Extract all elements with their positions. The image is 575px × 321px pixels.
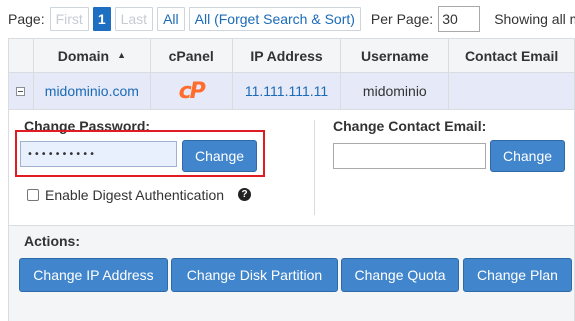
- change-quota-button[interactable]: Change Quota: [341, 258, 459, 292]
- digest-auth-label[interactable]: Enable Digest Authentication: [45, 187, 224, 203]
- actions-section: Actions: Change IP Address Change Disk P…: [9, 226, 574, 321]
- row-domain-link[interactable]: midominio.com: [34, 73, 151, 109]
- header-domain-label: Domain: [57, 47, 110, 64]
- table-header: Domain ▲ cPanel IP Address Username Cont…: [8, 38, 575, 73]
- digest-auth-checkbox[interactable]: [27, 189, 39, 201]
- last-page-button[interactable]: Last: [114, 7, 154, 31]
- row-username: midominio: [341, 73, 450, 109]
- sort-asc-icon: ▲: [117, 49, 126, 60]
- change-disk-partition-button[interactable]: Change Disk Partition: [171, 258, 338, 292]
- per-page-input[interactable]: [438, 6, 481, 32]
- accounts-table: Domain ▲ cPanel IP Address Username Cont…: [8, 38, 575, 110]
- header-ip-address[interactable]: IP Address: [233, 39, 342, 72]
- per-page-label: Per Page:: [370, 11, 434, 27]
- row-ip-address[interactable]: 11.111.111.11: [233, 73, 342, 109]
- contact-email-input[interactable]: [333, 143, 486, 169]
- all-button[interactable]: All: [157, 7, 185, 31]
- all-forget-search-button[interactable]: All (Forget Search & Sort): [188, 7, 361, 31]
- first-page-button[interactable]: First: [49, 7, 89, 31]
- page-label: Page:: [8, 11, 45, 27]
- change-email-button[interactable]: Change: [490, 140, 565, 172]
- pager-bar: Page: First 1 Last All All (Forget Searc…: [0, 0, 575, 38]
- table-row[interactable]: midominio.com cP 11.111.111.11 midominio: [8, 73, 575, 110]
- row-collapse-cell[interactable]: [9, 73, 34, 109]
- current-page-button[interactable]: 1: [92, 7, 111, 31]
- change-email-label: Change Contact Email:: [333, 118, 487, 134]
- change-ip-address-button[interactable]: Change IP Address: [19, 258, 168, 292]
- header-domain[interactable]: Domain ▲: [34, 39, 151, 72]
- header-cpanel[interactable]: cPanel: [151, 39, 233, 72]
- row-cpanel-cell[interactable]: cP: [151, 73, 233, 109]
- password-input[interactable]: [20, 141, 177, 167]
- header-expand-column: [9, 39, 34, 72]
- header-username[interactable]: Username: [341, 39, 450, 72]
- change-plan-button[interactable]: Change Plan: [463, 258, 572, 292]
- showing-text: Showing all m: [494, 11, 575, 27]
- change-password-button[interactable]: Change: [182, 140, 257, 172]
- section-divider: [314, 120, 315, 215]
- header-contact-email[interactable]: Contact Email: [449, 39, 575, 72]
- collapse-icon[interactable]: [16, 86, 26, 96]
- actions-label: Actions:: [24, 233, 80, 249]
- account-detail-panel: Change Password: Change Enable Digest Au…: [8, 110, 575, 321]
- cpanel-logo-icon[interactable]: cP: [179, 79, 206, 104]
- row-contact-email: [449, 73, 575, 109]
- help-icon[interactable]: ?: [238, 188, 251, 201]
